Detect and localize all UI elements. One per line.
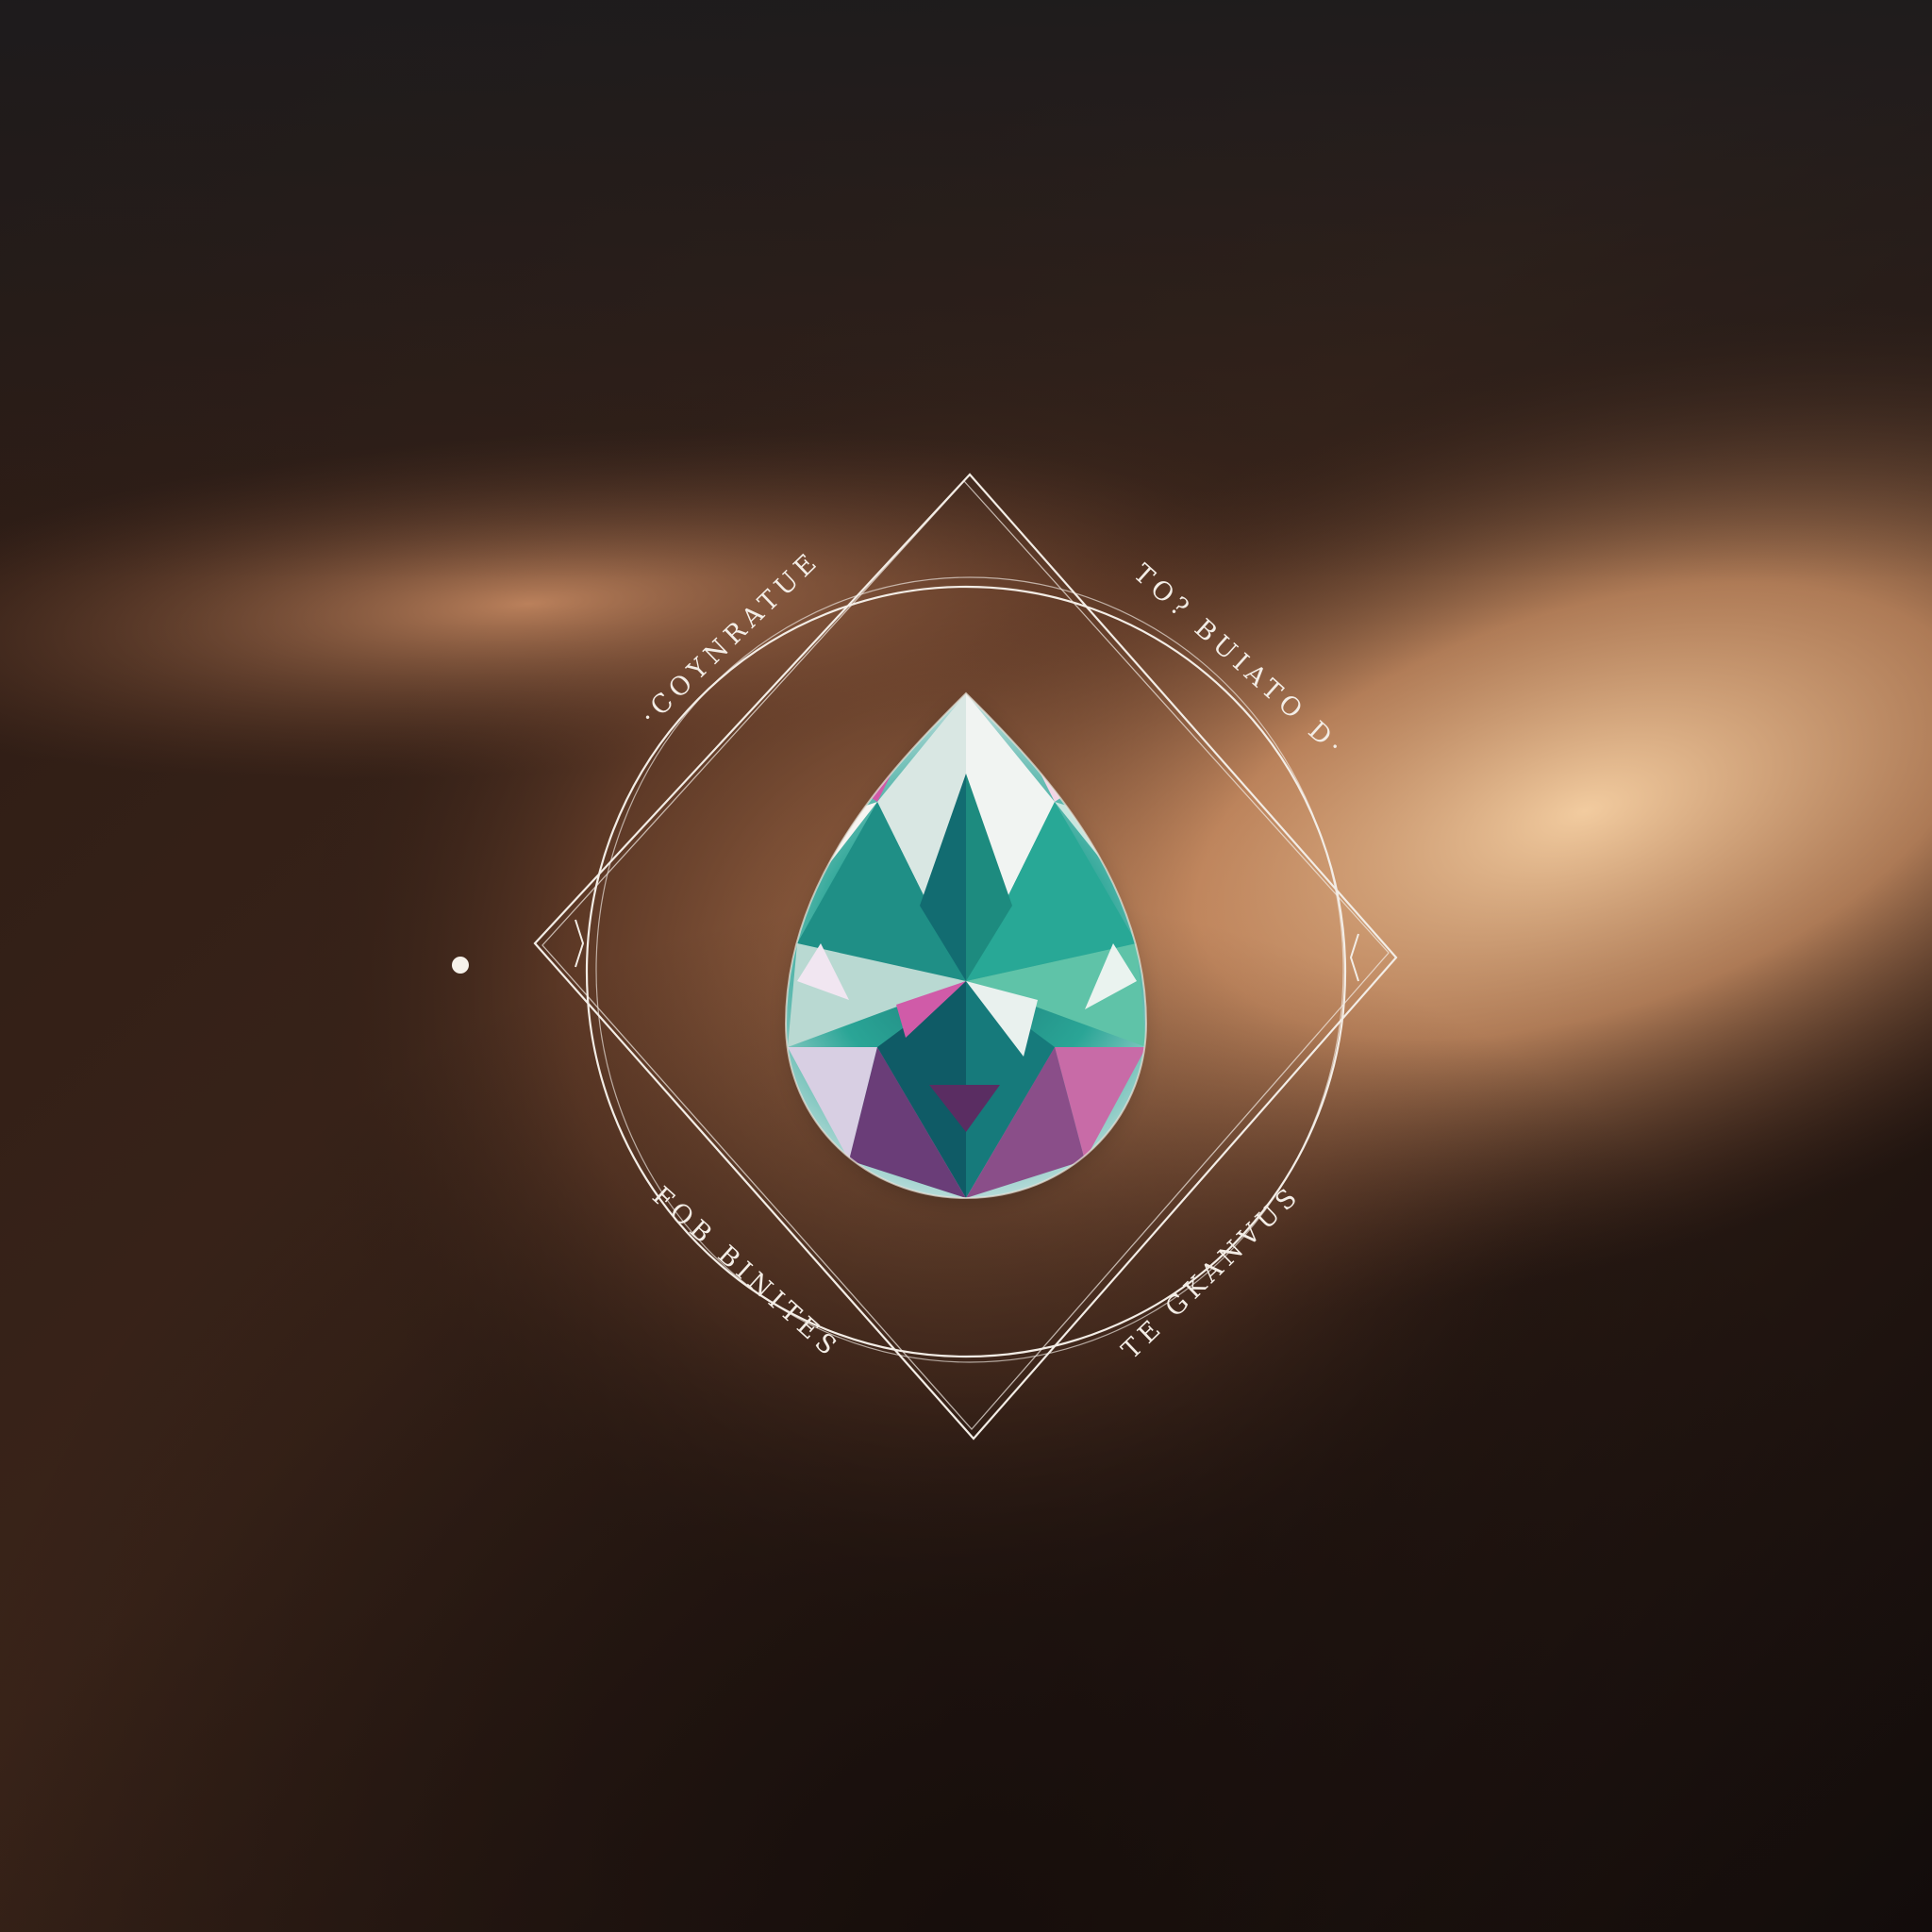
artwork-canvas: ·COYNRATUE TO? BUIATO D· FOB BINITES TE … [0,0,1932,1932]
label-lower-left: FOB BINITES [646,1181,845,1365]
emblem: ·COYNRATUE TO? BUIATO D· FOB BINITES TE … [452,473,1398,1441]
label-lower-right: TE GKANVUS [1116,1179,1307,1365]
label-upper-left: ·COYNRATUE [635,545,826,731]
label-upper-right: TO? BUIATO D· [1127,558,1351,764]
orbit-dot [452,957,469,974]
pear-gem [784,691,1148,1200]
